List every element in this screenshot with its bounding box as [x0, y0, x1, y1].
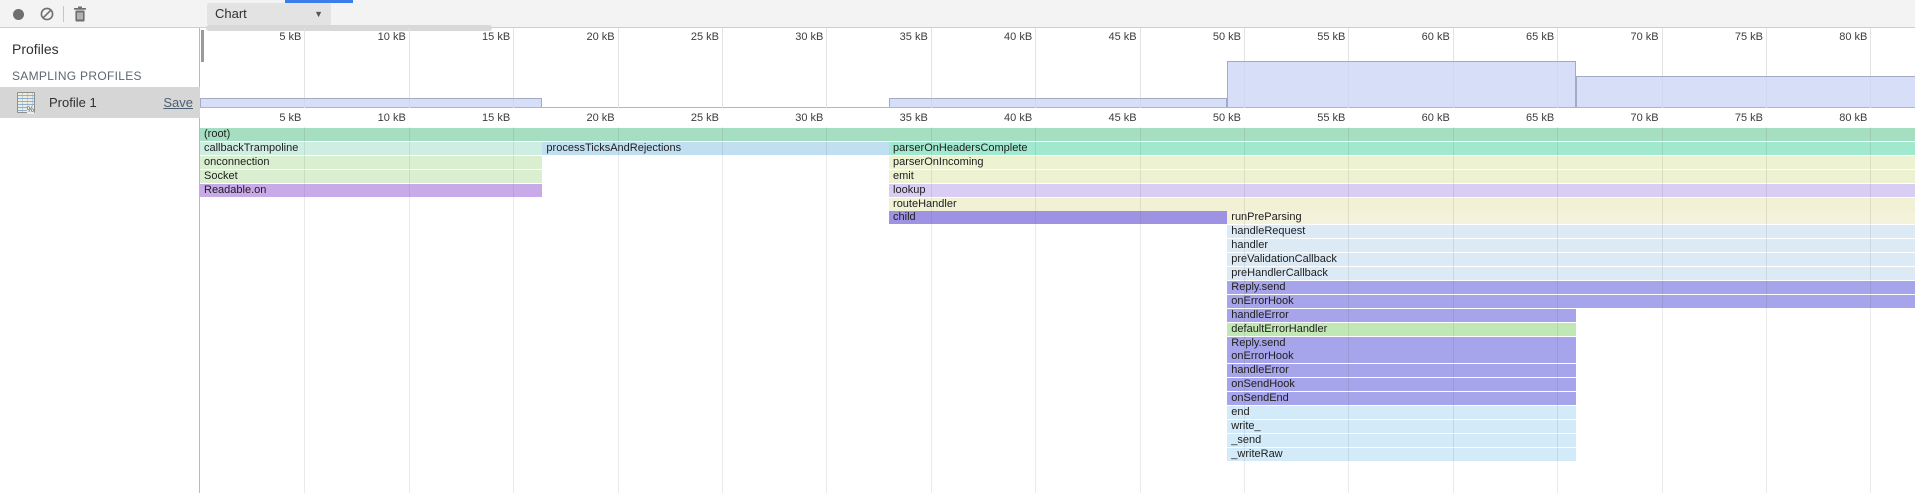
- chart-gridline: [1453, 127, 1454, 493]
- toolbar-divider: [63, 6, 64, 22]
- chart-gridline: [1662, 127, 1663, 493]
- flame-frame[interactable]: preValidationCallback: [1227, 253, 1915, 266]
- flame-frame[interactable]: Reply.send: [1227, 337, 1576, 350]
- flame-frame[interactable]: onErrorHook: [1227, 350, 1576, 363]
- chart-gridline: [1870, 127, 1871, 493]
- flame-frame[interactable]: write_: [1227, 420, 1576, 433]
- flame-frame[interactable]: _send: [1227, 434, 1576, 447]
- flame-frame[interactable]: onSendEnd: [1227, 392, 1576, 405]
- flame-frame[interactable]: onconnection: [200, 156, 542, 169]
- chart-gridline: [931, 127, 932, 493]
- flame-frame[interactable]: (root): [200, 128, 1915, 141]
- chart-gridline: [513, 127, 514, 493]
- flame-frame[interactable]: callbackTrampoline: [200, 142, 542, 155]
- sampling-profiles-header: SAMPLING PROFILES: [12, 69, 142, 83]
- chart-gridline: [826, 127, 827, 493]
- view-mode-value: Chart: [215, 6, 247, 21]
- flame-frame[interactable]: emit: [889, 170, 1915, 183]
- clear-all-icon[interactable]: [40, 7, 54, 21]
- trash-icon[interactable]: [73, 6, 87, 22]
- chart-gridline: [618, 127, 619, 493]
- chart-gridline: [1244, 127, 1245, 493]
- flame-frame[interactable]: Reply.send: [1227, 281, 1915, 294]
- flame-frame[interactable]: preHandlerCallback: [1227, 267, 1915, 280]
- flame-frame[interactable]: parserOnIncoming: [889, 156, 1915, 169]
- chart-gridline: [409, 127, 410, 493]
- chart-gridline: [1766, 127, 1767, 493]
- chart-gridline: [1035, 127, 1036, 493]
- toolbar: Chart ▼: [0, 0, 1915, 28]
- flame-chart-pane: 5 kB10 kB15 kB20 kB25 kB30 kB35 kB40 kB4…: [200, 28, 1915, 493]
- flame-chart: (root)callbackTrampolineprocessTicksAndR…: [200, 28, 1915, 493]
- flame-frame[interactable]: parserOnHeadersComplete: [889, 142, 1915, 155]
- record-button[interactable]: [13, 9, 24, 20]
- flame-frame[interactable]: handler: [1227, 239, 1915, 252]
- flame-frame[interactable]: routeHandler: [889, 198, 1915, 211]
- view-mode-select[interactable]: Chart ▼: [207, 3, 331, 25]
- memory-profiler-panel: Chart ▼ Profiles SAMPLING PROFILES % Pro…: [0, 0, 1915, 493]
- flame-frame[interactable]: onErrorHook: [1227, 295, 1915, 308]
- flame-frame[interactable]: Readable.on: [200, 184, 542, 197]
- flame-frame[interactable]: lookup: [889, 184, 1915, 197]
- save-link[interactable]: Save: [163, 95, 193, 110]
- flame-frame[interactable]: Socket: [200, 170, 542, 183]
- profiles-sidebar: Profiles SAMPLING PROFILES % Profile 1 S…: [0, 28, 200, 493]
- flame-frame[interactable]: defaultErrorHandler: [1227, 323, 1576, 336]
- flame-frame[interactable]: _writeRaw: [1227, 448, 1576, 461]
- profile-icon: %: [17, 92, 35, 113]
- profile-name: Profile 1: [49, 95, 97, 110]
- flame-frame[interactable]: onSendHook: [1227, 378, 1576, 391]
- chart-gridline: [722, 127, 723, 493]
- flame-frame[interactable]: handleError: [1227, 364, 1576, 377]
- flame-frame[interactable]: child: [889, 211, 1227, 224]
- chart-gridline: [1140, 127, 1141, 493]
- flame-frame[interactable]: handleError: [1227, 309, 1576, 322]
- flame-frame[interactable]: end: [1227, 406, 1576, 419]
- chart-gridline: [304, 127, 305, 493]
- flame-frame[interactable]: processTicksAndRejections: [542, 142, 889, 155]
- sidebar-item-profile-1[interactable]: % Profile 1 Save: [0, 87, 200, 118]
- flame-frame[interactable]: runPreParsing: [1227, 211, 1915, 224]
- flame-frame[interactable]: handleRequest: [1227, 225, 1915, 238]
- chart-gridline: [1348, 127, 1349, 493]
- sidebar-title: Profiles: [12, 41, 59, 57]
- chart-gridline: [1557, 127, 1558, 493]
- chevron-down-icon: ▼: [314, 3, 323, 25]
- active-tab-indicator: [285, 0, 353, 3]
